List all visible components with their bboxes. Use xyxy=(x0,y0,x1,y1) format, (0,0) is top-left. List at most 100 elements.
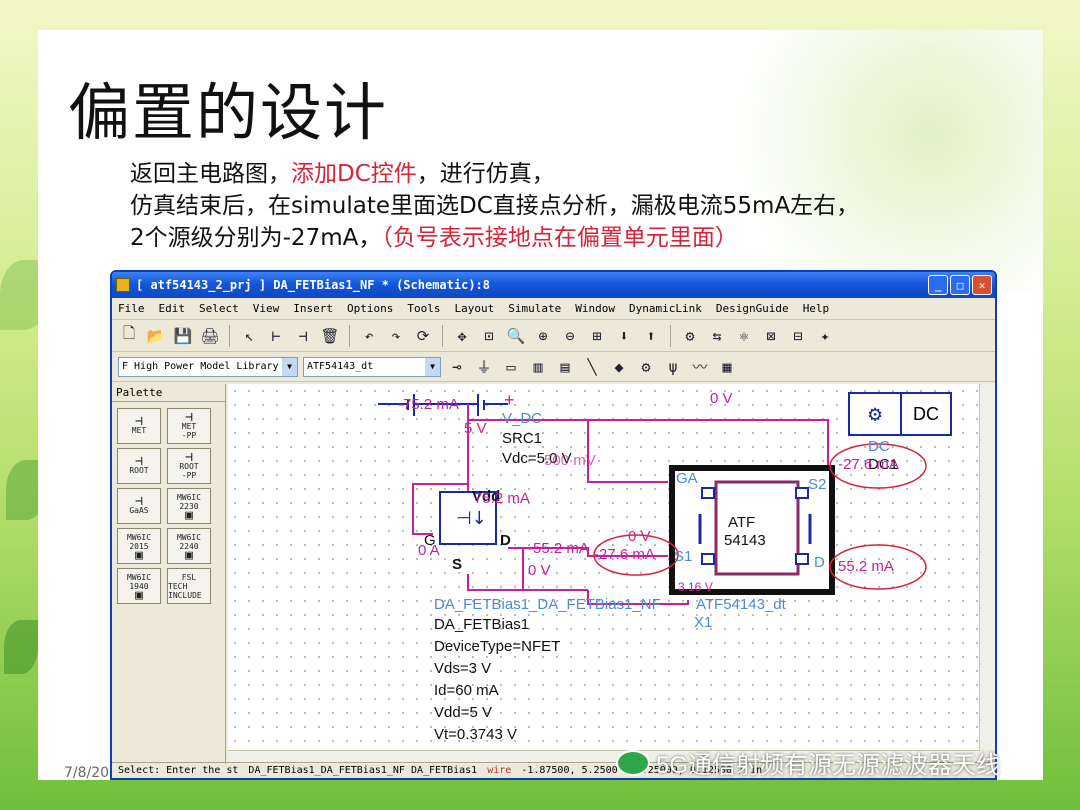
menu-insert[interactable]: Insert xyxy=(293,302,333,315)
menu-help[interactable]: Help xyxy=(803,302,830,315)
palette-item-mw6ic-1940[interactable]: MW6IC 1940 ▣ xyxy=(117,568,161,604)
menu-view[interactable]: View xyxy=(253,302,280,315)
palette-item-mw6ic-2240[interactable]: MW6IC 2240 ▣ xyxy=(167,528,211,564)
palette-item-label: MW6IC xyxy=(176,492,202,502)
delete-icon[interactable]: 🗑 xyxy=(319,325,341,347)
palette-item-root-pp[interactable]: ⊣ ROOT -PP xyxy=(167,448,211,484)
zoom-in-icon[interactable]: 🔍 xyxy=(505,325,527,347)
vertical-scrollbar[interactable] xyxy=(979,384,995,750)
s-pin-label: S xyxy=(452,556,463,573)
optimize-icon[interactable]: ⇆ xyxy=(706,325,728,347)
slide-body: 返回主电路图，添加DC控件，进行仿真， 仿真结束后，在simulate里面选DC… xyxy=(130,158,859,254)
param-icon[interactable]: ▤ xyxy=(554,356,576,378)
insert-wire-icon[interactable]: ⊣ xyxy=(292,325,314,347)
chevron-down-icon[interactable]: ▼ xyxy=(425,357,440,376)
var-icon[interactable]: ▭ xyxy=(500,356,522,378)
print-icon[interactable]: 🖨 xyxy=(199,325,221,347)
open-folder-icon[interactable]: 📂 xyxy=(145,325,167,347)
palette-item-mw6ic-2230[interactable]: MW6IC 2230 ▣ xyxy=(167,488,211,524)
menu-layout[interactable]: Layout xyxy=(454,302,494,315)
move-icon[interactable]: ✥ xyxy=(451,325,473,347)
library-select[interactable]: F High Power Model Library ▼ xyxy=(118,356,298,377)
port-icon[interactable]: ⊸ xyxy=(446,356,468,378)
palette-item-label: MET xyxy=(181,421,197,431)
palette-item-fsl-tech[interactable]: FSL TECH INCLUDE xyxy=(167,568,211,604)
maximize-button[interactable]: □ xyxy=(950,275,970,295)
palette-item-met-pp[interactable]: ⊣ MET -PP xyxy=(167,408,211,444)
s1-pin-label: S1 xyxy=(674,548,693,565)
sweep-icon[interactable]: ▥ xyxy=(527,356,549,378)
report-icon[interactable]: ▦ xyxy=(716,356,738,378)
watermark: 5G通信射频有源无源滤波器天线 xyxy=(616,745,1000,780)
tune-icon[interactable]: ψ xyxy=(662,356,684,378)
insert-pin-icon[interactable]: ⊢ xyxy=(265,325,287,347)
menu-select[interactable]: Select xyxy=(199,302,239,315)
push-down-icon[interactable]: ⬇ xyxy=(613,325,635,347)
status-design: DA_FETBias1_DA_FETBias1_NF DA_FETBias1 xyxy=(248,765,478,776)
tuning-icon[interactable]: ⚙ xyxy=(679,325,701,347)
atf-model-label: ATF54143_dt xyxy=(696,596,786,613)
bias-overlap-label: DA_FETBias1_DA_FETBias1_NF xyxy=(434,596,661,613)
menu-file[interactable]: File xyxy=(118,302,145,315)
select-arrow-icon[interactable]: ↖ xyxy=(238,325,260,347)
ground-icon[interactable]: ⏚ xyxy=(473,356,495,378)
bias-param-vdd: Vdd=5 V xyxy=(434,704,492,721)
menu-simulate[interactable]: Simulate xyxy=(508,302,561,315)
generate-icon[interactable]: ⊟ xyxy=(787,325,809,347)
watermark-text: 5G通信射频有源无源滤波器天线 xyxy=(656,752,1001,779)
name-icon[interactable]: ◆ xyxy=(608,356,630,378)
menu-edit[interactable]: Edit xyxy=(159,302,186,315)
top-voltage-label: 0 V xyxy=(710,390,733,407)
body-highlight: 添加DC控件 xyxy=(291,161,417,187)
save-icon[interactable]: 💾 xyxy=(172,325,194,347)
palette-item-met[interactable]: ⊣ MET xyxy=(117,408,161,444)
palette-item-root[interactable]: ⊣ ROOT xyxy=(117,448,161,484)
simulate-gear-icon[interactable]: ⚛ xyxy=(733,325,755,347)
new-icon[interactable]: 🗋 xyxy=(118,324,140,347)
window-titlebar[interactable]: [ atf54143_2_prj ] DA_FETBias1_NF * (Sch… xyxy=(112,272,995,298)
dc-controller[interactable]: ⚙ DC xyxy=(848,392,952,436)
bias-param-id: Id=60 mA xyxy=(434,682,499,699)
pop-up-icon[interactable]: ⬆ xyxy=(640,325,662,347)
menu-tools[interactable]: Tools xyxy=(407,302,440,315)
layout-icon[interactable]: ⊠ xyxy=(760,325,782,347)
source-current-label: -75.2 mA xyxy=(398,396,459,413)
chevron-down-icon[interactable]: ▼ xyxy=(282,357,297,376)
palette-grid: ⊣ MET ⊣ MET -PP ⊣ ROOT ⊣ ROOT -PP ⊣ GaAS MW6IC 2… xyxy=(112,402,225,604)
palette-item-label: MW6IC xyxy=(126,572,152,582)
menu-dynamiclink[interactable]: DynamicLink xyxy=(629,302,702,315)
zoom-plus-icon[interactable]: ⊕ xyxy=(532,325,554,347)
rotate-icon[interactable]: ⟳ xyxy=(412,325,434,347)
component-select[interactable]: ATF54143_dt ▼ xyxy=(303,356,441,377)
toolbar-separator xyxy=(670,324,671,347)
d-pin-label: D xyxy=(500,532,511,549)
menu-designguide[interactable]: DesignGuide xyxy=(716,302,789,315)
body-line-2: 仿真结束后，在simulate里面选DC直接点分析，漏极电流55mA左右， xyxy=(130,193,860,219)
zoom-fit-icon[interactable]: ⊞ xyxy=(586,325,608,347)
palette-item-mw6ic-2015[interactable]: MW6IC 2015 ▣ xyxy=(117,528,161,564)
simulate-icon[interactable]: ⚙ xyxy=(635,356,657,378)
undo-icon[interactable]: ↶ xyxy=(358,325,380,347)
palette-item-gaas[interactable]: ⊣ GaAS xyxy=(117,488,161,524)
wizard-wand-icon[interactable]: ✦ xyxy=(814,325,836,347)
menu-options[interactable]: Options xyxy=(347,302,393,315)
s2-pin-label: S2 xyxy=(808,476,827,493)
minimize-button[interactable]: _ xyxy=(928,275,948,295)
palette-header: Palette xyxy=(112,384,225,402)
schematic-canvas[interactable]: ⊣↓ -75.2 mA + 5 V V_DC SRC1 Vdc=5.0 V 50… xyxy=(228,384,980,750)
source-voltage-label: 5 V xyxy=(464,420,487,437)
bias-name-label: DA_FETBias1 xyxy=(434,616,530,633)
chip-icon: ▣ xyxy=(185,507,193,523)
drain-voltage-label: 3.16 V xyxy=(678,580,713,594)
close-button[interactable]: ✕ xyxy=(972,275,992,295)
atf-chip-label-1: ATF xyxy=(728,514,756,531)
wire-icon[interactable]: ╲ xyxy=(581,356,603,378)
atf-chip-label-2: 54143 xyxy=(724,532,766,549)
zoom-area-icon[interactable]: ⊡ xyxy=(478,325,500,347)
data-display-icon[interactable]: 〰 xyxy=(689,356,711,378)
slide-date: 7/8/20 xyxy=(64,765,110,781)
zoom-minus-icon[interactable]: ⊖ xyxy=(559,325,581,347)
redo-icon[interactable]: ↷ xyxy=(385,325,407,347)
menu-window[interactable]: Window xyxy=(575,302,615,315)
body-text-segment: ，进行仿真， xyxy=(416,161,555,187)
